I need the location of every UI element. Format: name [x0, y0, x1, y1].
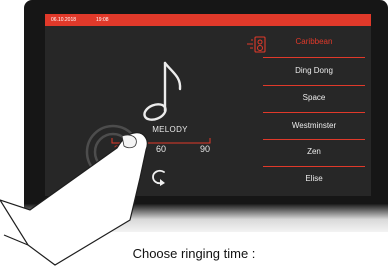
- melody-divider: [263, 166, 365, 167]
- device-bezel-bottom: [24, 204, 388, 232]
- melody-item-zen[interactable]: Zen: [263, 141, 365, 163]
- rotate-arrow-icon: [152, 169, 165, 186]
- melody-item-elise[interactable]: Elise: [263, 168, 365, 190]
- status-time: 19:08: [96, 17, 109, 23]
- ringing-time-60[interactable]: 60: [156, 144, 166, 154]
- melody-divider: [263, 85, 365, 86]
- ringing-time-90[interactable]: 90: [200, 144, 210, 154]
- melody-item-westminster[interactable]: Westminster: [263, 115, 365, 137]
- melody-divider: [263, 112, 365, 113]
- music-note-icon: [143, 61, 182, 121]
- melody-divider: [263, 139, 365, 140]
- touch-screen: 06.10.2018 19:08 MELODY 30 60 90 Caribbe…: [45, 14, 371, 196]
- status-bar: 06.10.2018 19:08: [45, 14, 371, 26]
- melody-divider: [263, 57, 365, 58]
- ringing-time-30[interactable]: 30: [114, 144, 124, 154]
- melody-item-caribbean[interactable]: Caribbean: [263, 31, 365, 53]
- caption-choose-ringing-time: Choose ringing time :: [132, 246, 256, 261]
- status-date: 06.10.2018: [51, 17, 77, 23]
- melody-item-ding-dong[interactable]: Ding Dong: [263, 60, 365, 82]
- melody-title: MELODY: [152, 125, 188, 134]
- melody-item-space[interactable]: Space: [263, 87, 365, 109]
